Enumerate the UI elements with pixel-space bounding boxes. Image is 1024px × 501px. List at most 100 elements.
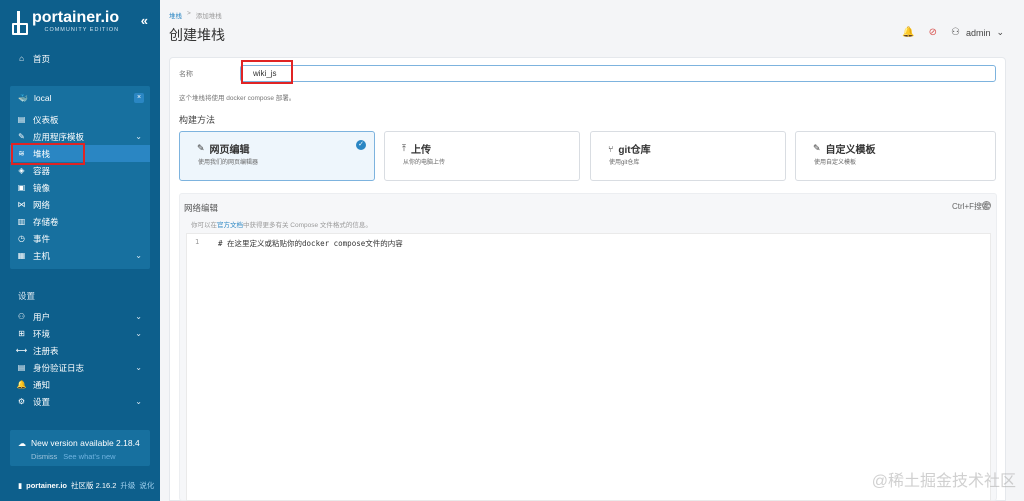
chevron-down-icon[interactable]: ⌄ [135, 312, 142, 321]
method-title: 自定义模板 [825, 145, 876, 156]
build-method-git[interactable]: ⑂ git仓库使用git仓库 [590, 131, 786, 181]
git-icon: ⑂ [608, 143, 614, 154]
sidebar-item-dashboard[interactable]: ▤ 仪表板 [10, 111, 150, 128]
collapse-sidebar-icon[interactable]: « [141, 13, 148, 28]
sidebar-item-notifications[interactable]: 🔔 通知 [10, 376, 150, 393]
stack-name-input[interactable] [240, 65, 996, 82]
home-icon: ⌂ [19, 54, 24, 63]
sidebar-item-settings[interactable]: ⚙ 设置 ⌄ [10, 393, 150, 410]
sidebar-item-stacks[interactable]: ≋ 堆栈 [10, 145, 150, 162]
chevron-down-icon[interactable]: ⌄ [135, 329, 142, 338]
notifications-icon: 🔔 [16, 380, 27, 389]
auth-logs-icon: ▤ [17, 363, 26, 372]
environment-name: local [33, 93, 52, 103]
chevron-down-icon[interactable]: ⌄ [135, 397, 142, 406]
sidebar-item-label: 事件 [33, 233, 51, 244]
code-line[interactable]: # 在这里定义或粘贴你的docker compose文件的内容 [218, 238, 403, 249]
method-desc: 使用自定义模板 [814, 160, 857, 166]
chevron-down-icon[interactable]: ⌄ [135, 251, 142, 260]
sidebar: portainer.io COMMUNITY EDITION « ⌂ 首页 🐳 … [0, 0, 160, 501]
volumes-icon: ▥ [17, 217, 26, 226]
sidebar-item-auth-logs[interactable]: ▤ 身份验证日志 ⌄ [10, 359, 150, 376]
breadcrumb-stacks-link[interactable]: 堆栈 [169, 10, 182, 20]
chevron-down-icon: ⌄ [996, 27, 1004, 37]
sidebar-item-home[interactable]: ⌂ 首页 [10, 50, 150, 67]
sidebar-footer: ▮ portainer.io 社区版 2.16.2 升级 说化 [18, 480, 154, 491]
portainer-logo-icon [12, 10, 28, 35]
build-method-custom-template[interactable]: ✎ 自定义模板使用自定义模板 [795, 131, 996, 181]
sidebar-item-events[interactable]: ◷ 事件 [10, 230, 150, 247]
code-editor[interactable] [186, 233, 991, 501]
docs-link[interactable]: 官方文档 [217, 222, 243, 229]
sidebar-item-host[interactable]: ▦ 主机 ⌄ [10, 247, 150, 264]
dismiss-link[interactable]: Dismiss [31, 452, 57, 461]
chevron-down-icon[interactable]: ⌄ [135, 363, 142, 372]
footer-edition: 社区版 2.16.2 [70, 481, 117, 490]
users-icon: ⚇ [17, 312, 26, 321]
sidebar-item-label: 身份验证日志 [33, 362, 85, 373]
editor-title: 网络编辑 [184, 203, 219, 213]
networks-icon: ⋈ [17, 200, 26, 209]
sidebar-item-label: 用户 [33, 311, 51, 322]
sidebar-item-label: 首页 [33, 53, 51, 64]
docker-icon: 🐳 [18, 93, 28, 103]
portainer-logo[interactable]: portainer.io COMMUNITY EDITION [12, 10, 120, 35]
custom-template-icon: ✎ [813, 143, 821, 153]
upload-icon: ⤒ [402, 143, 406, 153]
footer-more-link[interactable]: 说化 [139, 480, 154, 491]
method-title: git仓库 [618, 145, 651, 156]
build-method-edit[interactable]: ✎ 网页编辑使用我们的网页编辑器 ✓ [179, 131, 375, 181]
sidebar-item-containers[interactable]: ◈ 容器 [10, 162, 150, 179]
images-icon: ▣ [17, 183, 26, 192]
host-icon: ▦ [17, 251, 26, 260]
check-icon: ✓ [356, 140, 366, 150]
sidebar-item-label: 镜像 [33, 182, 51, 193]
sidebar-item-label: 环境 [33, 328, 51, 339]
method-title: 上传 [410, 145, 431, 156]
footer-logo-icon: ▮ [18, 481, 23, 490]
help-icon[interactable]: ⊘ [929, 27, 937, 38]
sidebar-item-templates[interactable]: ✎ 应用程序模板 ⌄ [10, 128, 150, 145]
stacks-icon: ≋ [18, 149, 25, 158]
build-method-upload[interactable]: ⤒ 上传 从你的电脑上传 [384, 131, 580, 181]
events-icon: ◷ [18, 234, 25, 243]
user-menu[interactable]: ⚇ admin ⌄ [951, 27, 1004, 38]
sidebar-item-label: 注册表 [33, 345, 59, 356]
method-desc: 使用git仓库 [609, 160, 640, 166]
dashboard-icon: ▤ [17, 115, 26, 124]
upgrade-link[interactable]: 升级 [120, 480, 135, 491]
sidebar-item-networks[interactable]: ⋈ 网络 [10, 196, 150, 213]
sidebar-item-volumes[interactable]: ▥ 存储卷 [10, 213, 150, 230]
registries-icon: ⟷ [15, 346, 28, 355]
close-environment-icon[interactable]: × [134, 93, 144, 103]
line-number: 1 [195, 238, 200, 246]
update-icon: ☁ [18, 438, 26, 448]
environment-header: 🐳 local × [10, 90, 150, 106]
method-desc: 使用我们的网页编辑器 [198, 160, 259, 166]
templates-icon: ✎ [18, 132, 25, 141]
sidebar-item-label: 应用程序模板 [33, 131, 85, 142]
watermark: @稀土掘金技术社区 [871, 473, 1016, 490]
environments-icon: ⊞ [18, 329, 25, 338]
sidebar-item-environments[interactable]: ⊞ 环境 ⌄ [10, 325, 150, 342]
see-whats-new-link[interactable]: See what's new [63, 452, 115, 461]
method-title: 网页编辑 [209, 145, 250, 156]
page-title: 创建堆栈 [169, 27, 225, 43]
sidebar-item-label: 容器 [33, 165, 51, 176]
notification-bell-icon[interactable]: 🔔 [902, 27, 914, 38]
chevron-down-icon[interactable]: ⌄ [135, 132, 142, 141]
breadcrumb-separator: > [187, 10, 191, 17]
logo-subtitle: COMMUNITY EDITION [44, 27, 120, 33]
settings-icon: ⚙ [17, 397, 26, 406]
sidebar-item-images[interactable]: ▣ 镜像 [10, 179, 150, 196]
settings-section-label: 设置 [18, 291, 36, 301]
header-toolbar: 🔔 ⊘ ⚇ admin ⌄ [902, 27, 1004, 38]
sidebar-item-users[interactable]: ⚇ 用户 ⌄ [10, 308, 150, 325]
sidebar-item-registries[interactable]: ⟷ 注册表 [10, 342, 150, 359]
question-icon[interactable]: ? [982, 201, 991, 210]
sidebar-item-label: 堆栈 [33, 148, 51, 159]
breadcrumb-current: 添加堆栈 [195, 13, 222, 20]
update-links: Dismiss See what's new [31, 452, 116, 461]
edit-icon: ✎ [197, 143, 205, 153]
footer-brand: portainer.io [26, 481, 67, 490]
